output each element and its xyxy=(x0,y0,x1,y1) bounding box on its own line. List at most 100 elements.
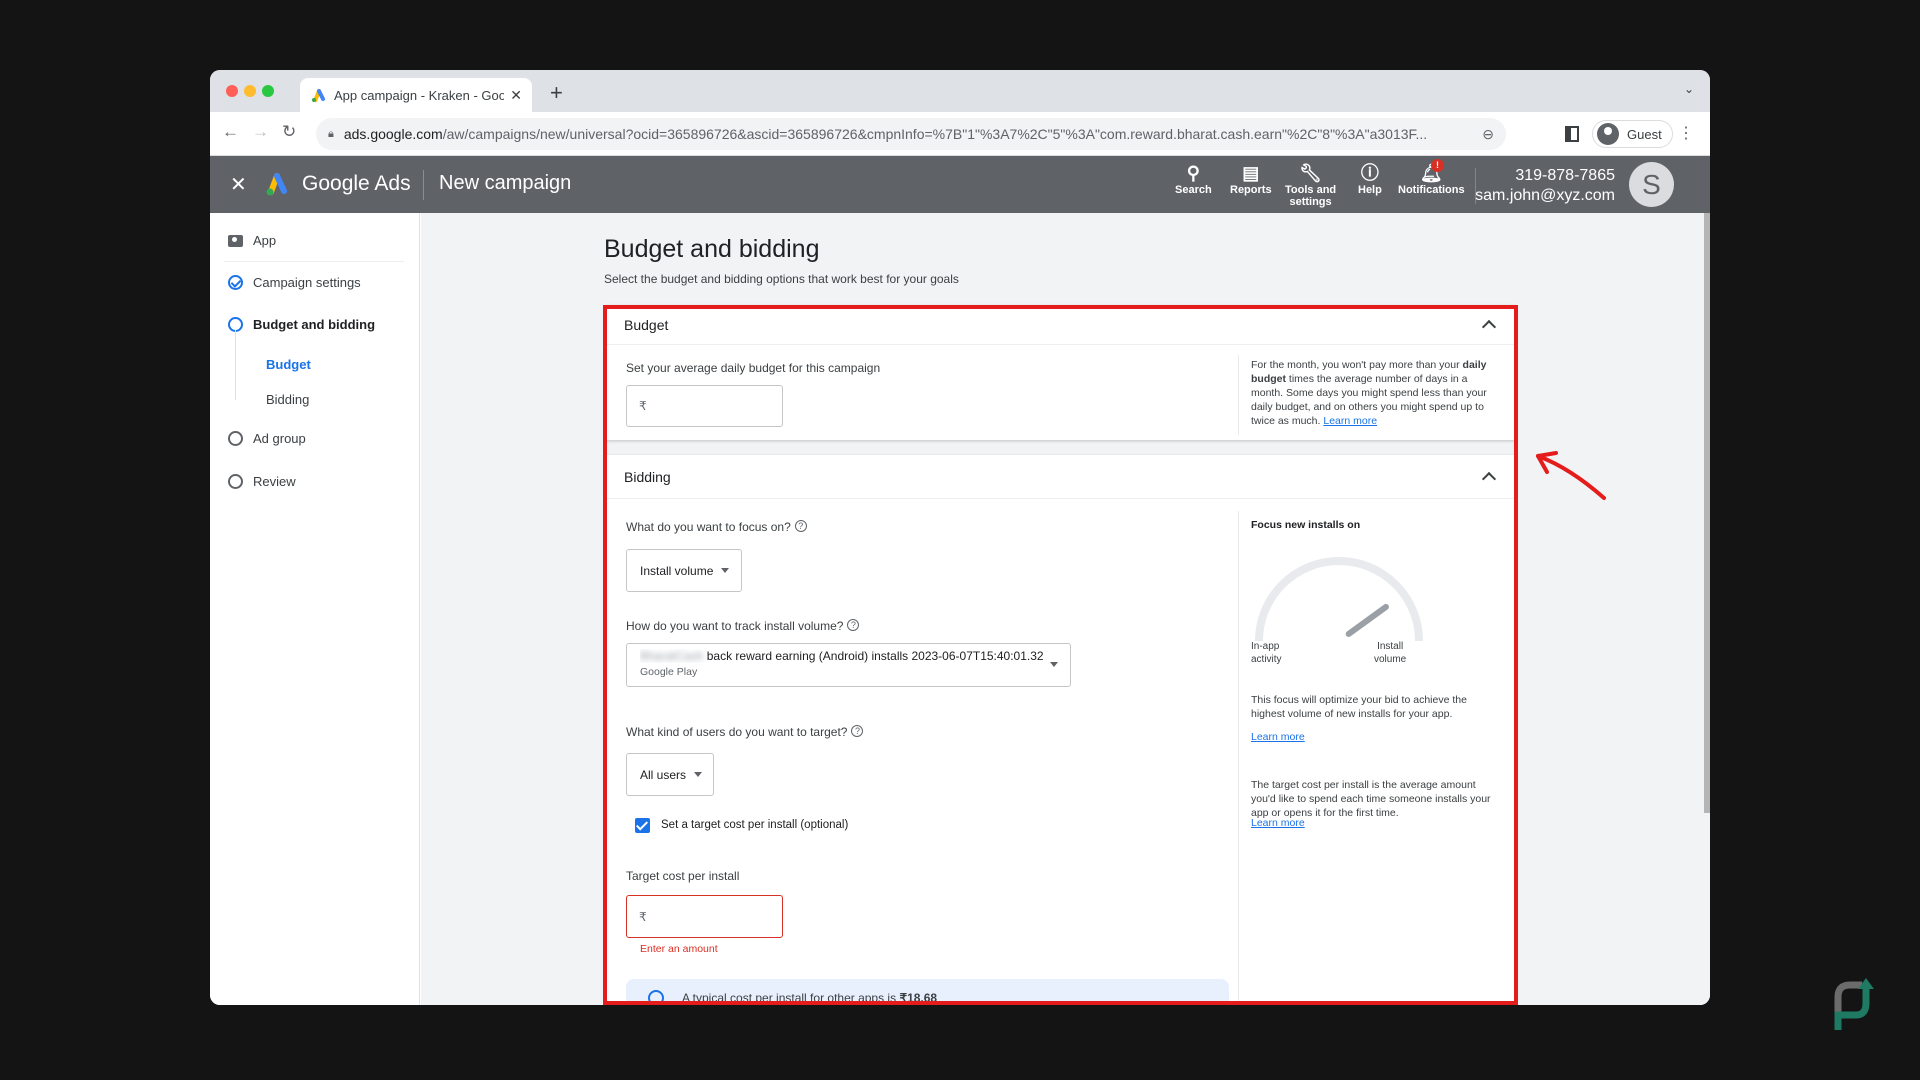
circle-outline-icon xyxy=(228,474,243,489)
target-cpi-input[interactable]: ₹ xyxy=(626,895,783,938)
sidebar-subitem-budget[interactable]: Budget xyxy=(266,357,311,372)
gauge-needle xyxy=(1345,603,1389,637)
plus-icon[interactable]: + xyxy=(550,80,563,106)
account-info[interactable]: 319-878-7865 sam.john@xyz.com xyxy=(1475,166,1615,206)
dropdown-caret-icon xyxy=(1050,662,1058,667)
focus-dropdown[interactable]: Install volume xyxy=(626,549,742,592)
sidebar-item-campaign-settings[interactable]: Campaign settings xyxy=(228,275,361,290)
sidebar-subitem-bidding[interactable]: Bidding xyxy=(266,392,309,407)
page-name: New campaign xyxy=(439,172,572,194)
annotation-arrow-icon xyxy=(1536,451,1606,500)
app-header: ✕ Google Ads New campaign ⚲ Search ▤ Rep… xyxy=(210,156,1710,213)
sidebar-item-review[interactable]: Review xyxy=(228,474,296,489)
bidding-card: Bidding What do you want to focus on?? I… xyxy=(606,455,1516,1005)
focus-gauge xyxy=(1255,557,1423,642)
target-cpi-learn-more-link[interactable]: Learn more xyxy=(1251,816,1305,830)
reload-icon[interactable]: ↻ xyxy=(282,122,296,142)
browser-window: App campaign - Kraken - Gooɡ ✕ + ⌄ ← → ↻… xyxy=(210,70,1710,1005)
side-panel-icon[interactable] xyxy=(1565,126,1579,142)
url-input[interactable]: 🔒︎ ads.google.com/aw/campaigns/new/unive… xyxy=(316,118,1506,150)
header-help-button[interactable]: ⓘ Help xyxy=(1358,162,1382,196)
help-icon: ⓘ xyxy=(1360,163,1379,183)
target-cpi-description: The target cost per install is the avera… xyxy=(1251,779,1491,819)
help-icon[interactable]: ? xyxy=(794,520,807,532)
sidebar-item-budget-and-bidding[interactable]: Budget and bidding xyxy=(228,317,375,332)
circle-outline-icon xyxy=(228,431,243,446)
bidding-card-header[interactable]: Bidding xyxy=(606,455,1516,499)
header-tools-button[interactable]: 🔧︎ Tools and settings xyxy=(1285,162,1336,208)
users-question: What kind of users do you want to target… xyxy=(626,725,864,739)
url-path: /aw/campaigns/new/universal?ocid=3658967… xyxy=(442,126,1428,142)
card-divider xyxy=(1238,355,1239,435)
header-search-button[interactable]: ⚲ Search xyxy=(1175,162,1212,196)
close-icon[interactable]: ✕ xyxy=(230,172,247,197)
account-phone: 319-878-7865 xyxy=(1515,167,1615,184)
users-dropdown[interactable]: All users xyxy=(626,753,714,796)
sidebar-divider xyxy=(224,261,404,262)
brand-name: Google Ads xyxy=(302,172,411,195)
maximize-window-button[interactable] xyxy=(262,85,274,97)
target-cpi-label: Target cost per install xyxy=(626,869,740,883)
tab-bar: App campaign - Kraken - Gooɡ ✕ + ⌄ xyxy=(210,70,1710,112)
bidding-heading: Bidding xyxy=(624,469,671,485)
info-icon xyxy=(648,990,664,1005)
zoom-icon[interactable]: ⊖ xyxy=(1482,126,1494,143)
budget-card-header[interactable]: Budget xyxy=(606,305,1516,345)
focus-description: This focus will optimize your bid to ach… xyxy=(1251,694,1467,720)
chevron-down-icon[interactable]: ⌄ xyxy=(1684,82,1694,96)
profile-button[interactable]: Guest xyxy=(1592,120,1673,148)
focus-question: What do you want to focus on?? xyxy=(626,520,807,534)
target-cpi-checkbox-label[interactable]: Set a target cost per install (optional) xyxy=(661,819,848,831)
scrollbar[interactable] xyxy=(1704,213,1710,813)
page-title: Budget and bidding xyxy=(604,235,820,263)
gauge-left-label: In-app activity xyxy=(1251,641,1282,665)
sub-step-line xyxy=(235,330,236,400)
target-cpi-checkbox[interactable] xyxy=(635,818,650,833)
help-icon[interactable]: ? xyxy=(847,619,860,631)
budget-help-text: For the month, you won't pay more than y… xyxy=(1251,359,1487,427)
typical-cpi-info: A typical cost per install for other app… xyxy=(626,979,1229,1005)
dropdown-caret-icon xyxy=(694,772,703,777)
header-notifications-button[interactable]: 🔔︎ Notifications ! xyxy=(1398,159,1465,196)
budget-heading: Budget xyxy=(624,317,669,333)
currency-symbol: ₹ xyxy=(639,909,647,924)
app-icon xyxy=(228,234,243,247)
help-icon[interactable]: ? xyxy=(851,725,864,737)
tab-title: App campaign - Kraken - Gooɡ xyxy=(334,87,505,103)
page-subtitle: Select the budget and bidding options th… xyxy=(604,272,959,286)
reports-icon: ▤ xyxy=(1242,163,1260,183)
close-window-button[interactable] xyxy=(226,85,238,97)
profile-label: Guest xyxy=(1627,126,1662,142)
budget-learn-more-link[interactable]: Learn more xyxy=(1323,415,1377,427)
main-content: Budget and bidding Select the budget and… xyxy=(421,213,1710,1005)
chevron-up-icon[interactable] xyxy=(1481,471,1497,487)
profile-avatar-icon xyxy=(1597,123,1619,145)
browser-tab[interactable]: App campaign - Kraken - Gooɡ ✕ xyxy=(300,78,532,112)
notification-badge: ! xyxy=(1431,159,1444,172)
blurred-app-name: BharatCash xyxy=(640,649,704,663)
card-divider xyxy=(1238,511,1239,1005)
account-email: sam.john@xyz.com xyxy=(1475,187,1615,204)
more-menu-icon[interactable]: ⋮ xyxy=(1678,123,1694,143)
back-arrow-icon[interactable]: ← xyxy=(222,122,239,142)
gauge-arc xyxy=(1255,557,1423,642)
header-divider xyxy=(423,170,424,200)
chevron-up-icon[interactable] xyxy=(1481,319,1497,335)
header-reports-button[interactable]: ▤ Reports xyxy=(1230,162,1272,196)
google-ads-favicon-icon xyxy=(312,89,325,102)
conversion-action-dropdown[interactable]: BharatCash back reward earning (Android)… xyxy=(626,643,1071,687)
currency-symbol: ₹ xyxy=(639,399,647,413)
forward-arrow-icon[interactable]: → xyxy=(252,122,269,142)
wrench-icon: 🔧︎ xyxy=(1299,163,1322,183)
focus-learn-more-link[interactable]: Learn more xyxy=(1251,730,1305,744)
budget-card: Budget Set your average daily budget for… xyxy=(606,305,1516,440)
lock-icon: 🔒︎ xyxy=(328,127,334,140)
daily-budget-input[interactable]: ₹ xyxy=(626,385,783,427)
check-circle-icon xyxy=(228,275,243,290)
dropdown-caret-icon xyxy=(721,568,730,573)
sidebar-item-app[interactable]: App xyxy=(228,233,276,248)
sidebar-item-ad-group[interactable]: Ad group xyxy=(228,431,306,446)
close-tab-icon[interactable]: ✕ xyxy=(510,87,522,104)
minimize-window-button[interactable] xyxy=(244,85,256,97)
avatar[interactable]: S xyxy=(1629,162,1674,207)
